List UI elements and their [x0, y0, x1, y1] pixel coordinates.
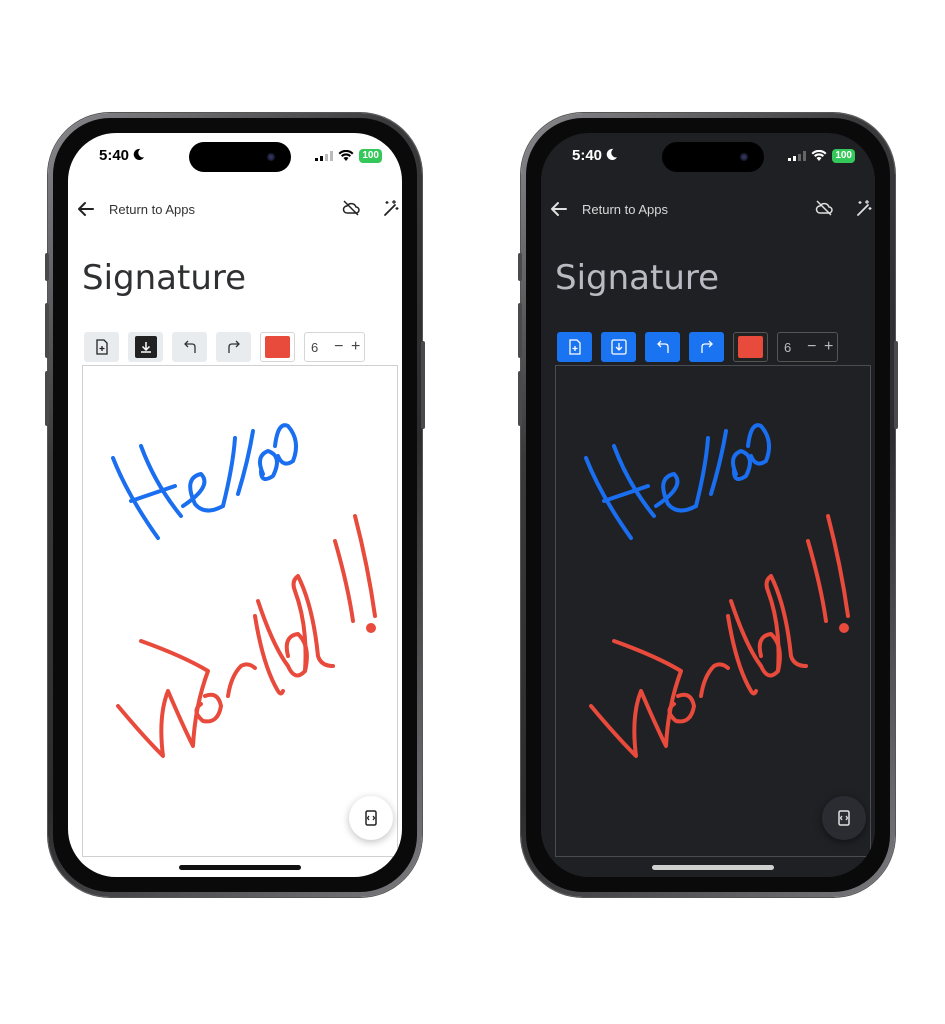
- download-button[interactable]: [128, 332, 163, 362]
- stroke-size-value: 6: [784, 339, 792, 355]
- screen: 5:40 100 Return to Apps Signature 6 − +: [541, 133, 875, 877]
- new-document-button[interactable]: [84, 332, 119, 362]
- fullscreen-toggle-button[interactable]: [349, 796, 393, 840]
- status-icons: 100: [788, 149, 855, 163]
- phone-rotate-icon: [365, 810, 377, 826]
- nav-bar: Return to Apps: [68, 185, 402, 235]
- undo-icon: [183, 340, 196, 353]
- page-title: Signature: [555, 258, 720, 298]
- stroke-size-stepper[interactable]: 6 − +: [777, 332, 838, 362]
- screen: 5:40 100 Return to Apps Signature 6 − +: [68, 133, 402, 877]
- undo-button[interactable]: [172, 332, 207, 362]
- bezel: 5:40 100 Return to Apps Signature 6 − +: [53, 118, 417, 892]
- status-time: 5:40: [99, 147, 145, 164]
- camera-icon: [267, 153, 275, 161]
- download-button[interactable]: [601, 332, 636, 362]
- hello-stroke: [584, 423, 772, 540]
- undo-icon: [656, 340, 669, 353]
- cloud-off-icon[interactable]: [815, 199, 833, 217]
- status-time: 5:40: [572, 147, 618, 164]
- battery-icon: 100: [832, 149, 855, 163]
- moon-icon: [133, 148, 145, 160]
- undo-button[interactable]: [645, 332, 680, 362]
- magic-wand-icon[interactable]: [382, 199, 400, 217]
- download-icon: [140, 342, 151, 353]
- camera-icon: [740, 153, 748, 161]
- color-picker[interactable]: [733, 332, 768, 362]
- back-arrow-icon[interactable]: [76, 199, 96, 219]
- color-swatch: [265, 336, 290, 358]
- cloud-off-icon[interactable]: [342, 199, 360, 217]
- signature-drawing: [584, 423, 850, 758]
- nav-bar: Return to Apps: [541, 185, 875, 235]
- signal-icon: [788, 151, 807, 161]
- magic-wand-icon[interactable]: [855, 199, 873, 217]
- volume-up-button: [45, 303, 49, 358]
- toolbar: 6 − +: [84, 332, 365, 362]
- power-button: [894, 341, 898, 429]
- stroke-size-stepper[interactable]: 6 − +: [304, 332, 365, 362]
- home-indicator[interactable]: [179, 865, 301, 870]
- action-button: [518, 253, 522, 281]
- redo-icon: [700, 340, 713, 353]
- home-indicator[interactable]: [652, 865, 774, 870]
- wifi-icon: [338, 150, 354, 161]
- phone-rotate-icon: [838, 810, 850, 826]
- file-plus-icon: [95, 339, 108, 355]
- file-plus-icon: [568, 339, 581, 355]
- color-picker[interactable]: [260, 332, 295, 362]
- moon-icon: [606, 148, 618, 160]
- decrease-size-button[interactable]: −: [803, 338, 820, 356]
- back-arrow-icon[interactable]: [549, 199, 569, 219]
- signal-icon: [315, 151, 334, 161]
- volume-down-button: [45, 371, 49, 426]
- new-document-button[interactable]: [557, 332, 592, 362]
- redo-button[interactable]: [689, 332, 724, 362]
- page-title: Signature: [82, 258, 247, 298]
- volume-down-button: [518, 371, 522, 426]
- back-link[interactable]: Return to Apps: [582, 202, 668, 217]
- signature-canvas[interactable]: [82, 365, 398, 857]
- download-icon: [610, 339, 627, 355]
- phone-light: 5:40 100 Return to Apps Signature 6 − +: [45, 113, 425, 897]
- signature-canvas[interactable]: [555, 365, 871, 857]
- signature-drawing: [111, 423, 377, 758]
- bezel: 5:40 100 Return to Apps Signature 6 − +: [526, 118, 890, 892]
- redo-button[interactable]: [216, 332, 251, 362]
- phone-dark: 5:40 100 Return to Apps Signature 6 − +: [518, 113, 898, 897]
- redo-icon: [227, 340, 240, 353]
- battery-icon: 100: [359, 149, 382, 163]
- color-swatch: [738, 336, 763, 358]
- status-icons: 100: [315, 149, 382, 163]
- world-stroke: [589, 514, 850, 758]
- hello-stroke: [111, 423, 299, 540]
- volume-up-button: [518, 303, 522, 358]
- increase-size-button[interactable]: +: [820, 338, 837, 356]
- fullscreen-toggle-button[interactable]: [822, 796, 866, 840]
- action-button: [45, 253, 49, 281]
- download-icon-bg: [134, 336, 157, 358]
- wifi-icon: [811, 150, 827, 161]
- world-stroke: [116, 514, 377, 758]
- back-link[interactable]: Return to Apps: [109, 202, 195, 217]
- power-button: [421, 341, 425, 429]
- increase-size-button[interactable]: +: [347, 338, 364, 356]
- toolbar: 6 − +: [557, 332, 838, 362]
- dynamic-island: [662, 142, 764, 172]
- decrease-size-button[interactable]: −: [330, 338, 347, 356]
- stroke-size-value: 6: [311, 339, 319, 355]
- dynamic-island: [189, 142, 291, 172]
